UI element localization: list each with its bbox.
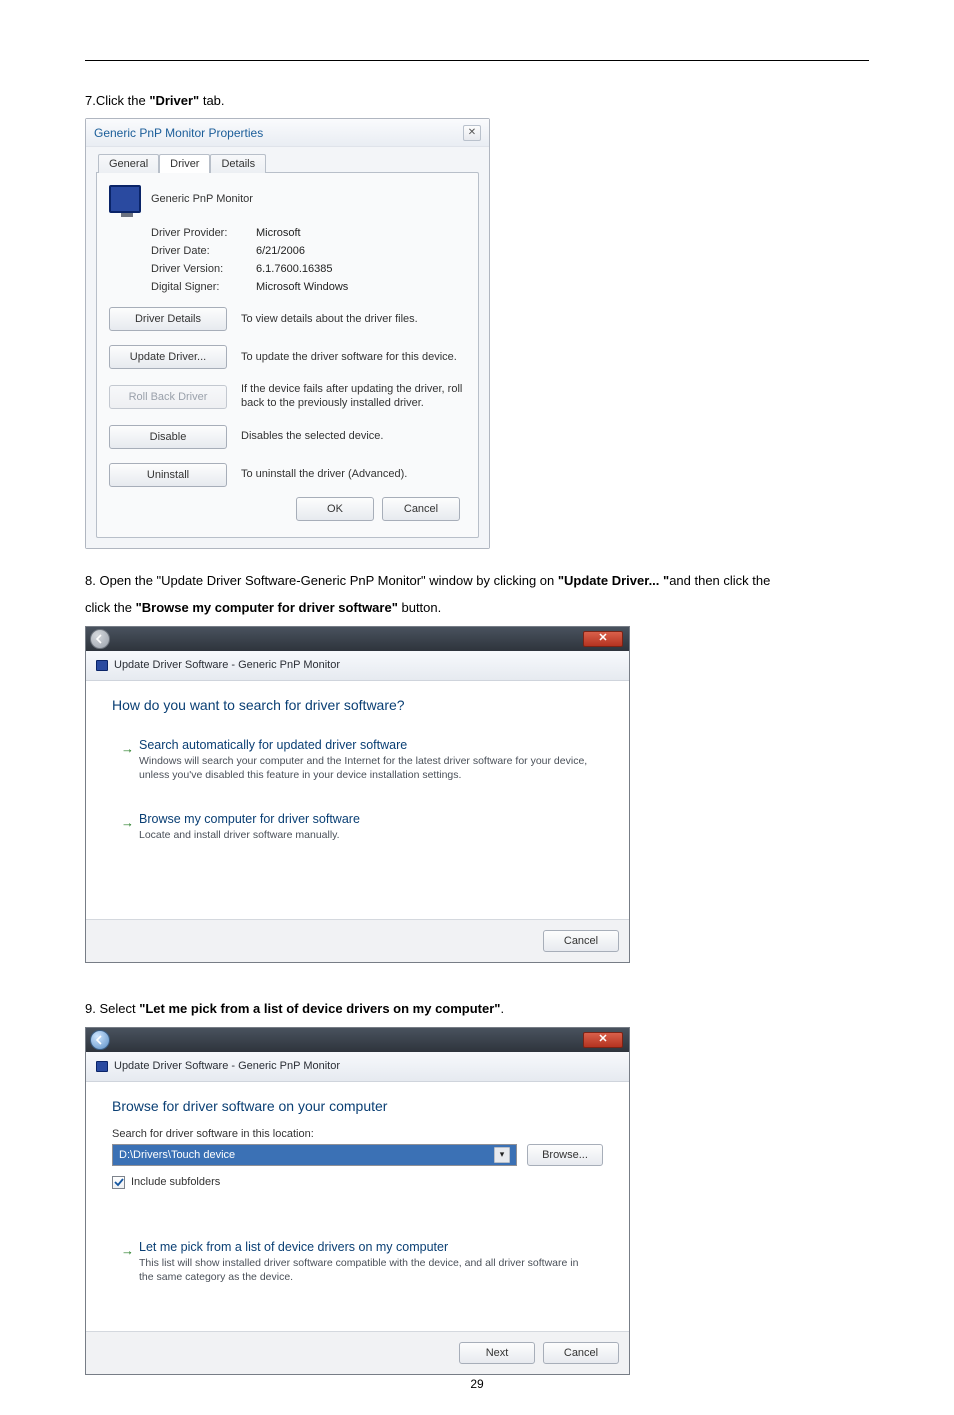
option-title: Let me pick from a list of device driver… [139,1240,590,1254]
update-driver-desc: To update the driver software for this d… [241,351,466,365]
path-value: D:\Drivers\Touch device [119,1149,235,1161]
option-search-auto[interactable]: → Search automatically for updated drive… [112,727,603,793]
step-9-pre: 9. Select [85,1001,139,1016]
option-desc: This list will show installed driver sof… [139,1256,590,1284]
row-v-2: 6.1.7600.16385 [256,263,332,275]
disable-desc: Disables the selected device. [241,430,466,444]
page-number: 29 [0,1377,954,1391]
step-9: 9. Select "Let me pick from a list of de… [85,997,869,1020]
close-icon[interactable]: ✕ [463,125,481,141]
step-7-pre: 7.Click the [85,93,149,108]
row-k-2: Driver Version: [151,263,256,275]
checkbox-icon [112,1176,125,1189]
option-title: Browse my computer for driver software [139,812,590,826]
step-9-bold: "Let me pick from a list of device drive… [139,1001,500,1016]
tab-details[interactable]: Details [210,154,266,173]
row-k-0: Driver Provider: [151,227,256,239]
crumb-text: Update Driver Software - Generic PnP Mon… [114,659,340,671]
dialog-titlebar: Generic PnP Monitor Properties ✕ [86,119,489,147]
tab-panel-driver: Generic PnP Monitor Driver Provider:Micr… [96,172,479,538]
roll-back-driver-desc: If the device fails after updating the d… [241,383,466,411]
arrow-icon: → [121,815,134,830]
include-subfolders-checkbox[interactable]: Include subfolders [112,1176,603,1189]
update-driver-wizard-1: ✕ Update Driver Software - Generic PnP M… [85,626,630,964]
back-icon [90,629,110,649]
search-label: Search for driver software in this locat… [112,1128,603,1140]
option-title: Search automatically for updated driver … [139,738,590,752]
dialog-title: Generic PnP Monitor Properties [94,119,263,147]
step-7-bold: "Driver" [149,93,199,108]
step-9-post: . [500,1001,504,1016]
wizard-heading: Browse for driver software on your compu… [112,1098,603,1114]
step-8b: click the "Browse my computer for driver… [85,596,869,619]
close-icon[interactable]: ✕ [583,631,623,647]
row-k-3: Digital Signer: [151,281,256,293]
update-driver-button[interactable]: Update Driver... [109,345,227,369]
tab-general[interactable]: General [98,154,159,173]
step-8: 8. Open the "Update Driver Software-Gene… [85,569,869,592]
window-chrome: ✕ [86,627,629,651]
ok-button[interactable]: OK [296,497,374,521]
device-name: Generic PnP Monitor [151,193,253,205]
disable-button[interactable]: Disable [109,425,227,449]
window-chrome: ✕ [86,1028,629,1052]
arrow-icon: → [121,1243,134,1258]
close-icon[interactable]: ✕ [583,1032,623,1048]
roll-back-driver-button: Roll Back Driver [109,385,227,409]
monitor-icon [96,1061,108,1072]
update-driver-wizard-2: ✕ Update Driver Software - Generic PnP M… [85,1027,630,1375]
cancel-button[interactable]: Cancel [382,497,460,521]
uninstall-button[interactable]: Uninstall [109,463,227,487]
option-desc: Windows will search your computer and th… [139,754,590,782]
step-8-bold2: "Browse my computer for driver software" [136,600,398,615]
tab-driver[interactable]: Driver [159,154,210,173]
option-browse[interactable]: → Browse my computer for driver software… [112,801,603,853]
step-8-bold: "Update Driver... " [558,573,669,588]
next-button[interactable]: Next [459,1342,535,1364]
row-v-1: 6/21/2006 [256,245,305,257]
step-7: 7.Click the "Driver" tab. [85,89,869,112]
wizard-crumb: Update Driver Software - Generic PnP Mon… [86,651,629,681]
tabs: General Driver Details [98,153,479,172]
option-let-me-pick[interactable]: → Let me pick from a list of device driv… [112,1229,603,1295]
option-desc: Locate and install driver software manua… [139,828,590,842]
page-top-rule [85,60,869,61]
browse-button[interactable]: Browse... [527,1144,603,1166]
row-k-1: Driver Date: [151,245,256,257]
monitor-icon [109,185,141,213]
wizard-crumb: Update Driver Software - Generic PnP Mon… [86,1052,629,1082]
back-icon[interactable] [90,1030,110,1050]
cancel-button[interactable]: Cancel [543,1342,619,1364]
row-v-3: Microsoft Windows [256,281,348,293]
uninstall-desc: To uninstall the driver (Advanced). [241,468,466,482]
properties-dialog: Generic PnP Monitor Properties ✕ General… [85,118,490,549]
crumb-text: Update Driver Software - Generic PnP Mon… [114,1060,340,1072]
monitor-icon [96,660,108,671]
path-combobox[interactable]: D:\Drivers\Touch device ▾ [112,1144,517,1166]
step-8-post: button. [398,600,441,615]
step-8-mid: and then click the [669,573,770,588]
arrow-icon: → [121,741,134,756]
row-v-0: Microsoft [256,227,301,239]
chevron-down-icon[interactable]: ▾ [494,1147,510,1163]
driver-details-desc: To view details about the driver files. [241,313,466,327]
step-8-pre: 8. Open the "Update Driver Software-Gene… [85,573,558,588]
checkbox-label: Include subfolders [131,1176,220,1188]
wizard-heading: How do you want to search for driver sof… [112,697,603,713]
driver-details-button[interactable]: Driver Details [109,307,227,331]
step-7-post: tab. [199,93,224,108]
cancel-button[interactable]: Cancel [543,930,619,952]
